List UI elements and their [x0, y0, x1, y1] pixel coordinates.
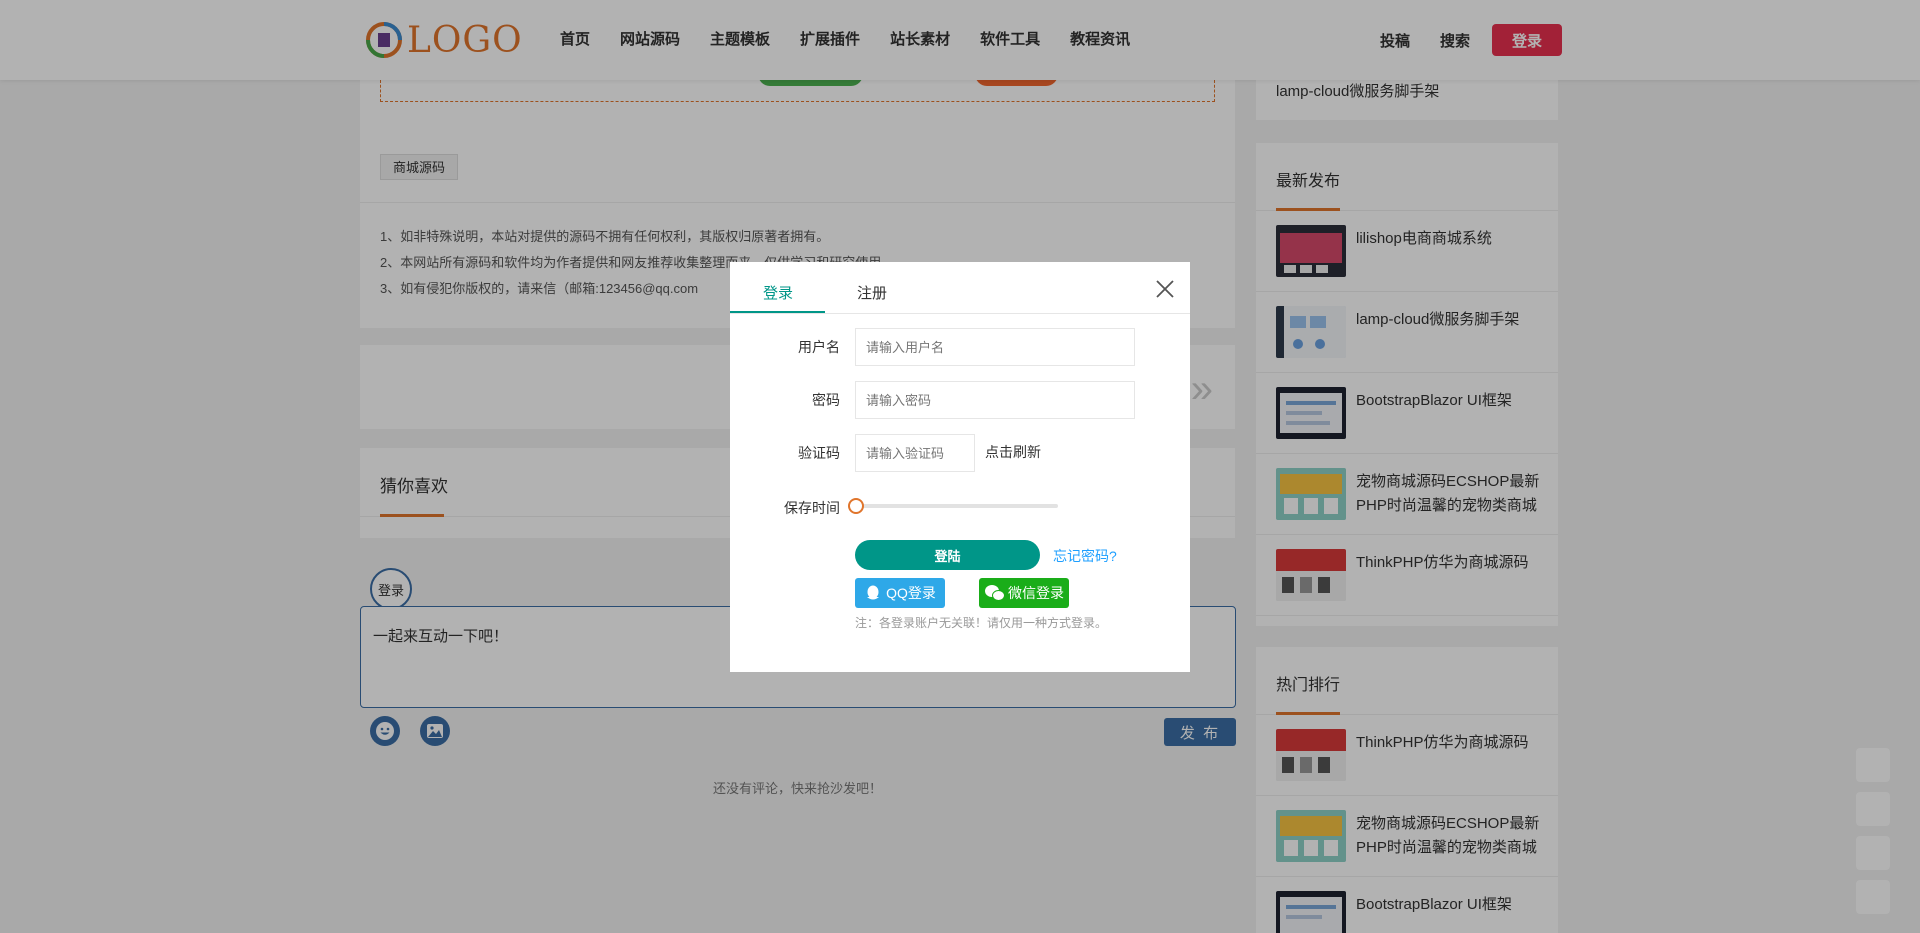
password-label: 密码	[812, 392, 840, 408]
tab-register[interactable]: 注册	[857, 282, 887, 303]
tab-login[interactable]: 登录	[763, 282, 793, 303]
username-label: 用户名	[798, 339, 840, 355]
password-input[interactable]	[855, 381, 1135, 419]
wechat-login-button[interactable]: 微信登录	[979, 578, 1069, 608]
username-input[interactable]	[855, 328, 1135, 366]
captcha-refresh-link[interactable]: 点击刷新	[985, 442, 1041, 462]
keep-time-slider[interactable]	[855, 504, 1058, 508]
login-modal: 登录 注册 用户名 密码 验证码 点击刷新 保存时间 登陆 忘记密码? QQ登录…	[730, 262, 1190, 672]
keep-time-label: 保存时间	[784, 500, 840, 516]
modal-tabs: 登录 注册	[730, 262, 1190, 314]
login-note: 注：各登录账户无关联！请仅用一种方式登录。	[855, 616, 1108, 630]
submit-login-button[interactable]: 登陆	[855, 540, 1040, 570]
forgot-password-link[interactable]: 忘记密码?	[1053, 546, 1117, 566]
slider-handle[interactable]	[848, 498, 864, 514]
qq-icon	[867, 585, 880, 600]
wechat-login-label: 微信登录	[1008, 585, 1064, 601]
captcha-input[interactable]	[855, 434, 975, 472]
captcha-label: 验证码	[798, 445, 840, 461]
qq-login-label: QQ登录	[886, 585, 936, 601]
close-icon[interactable]	[1154, 278, 1176, 300]
qq-login-button[interactable]: QQ登录	[855, 578, 945, 608]
active-tab-indicator	[730, 311, 825, 313]
wechat-icon	[985, 585, 1005, 601]
